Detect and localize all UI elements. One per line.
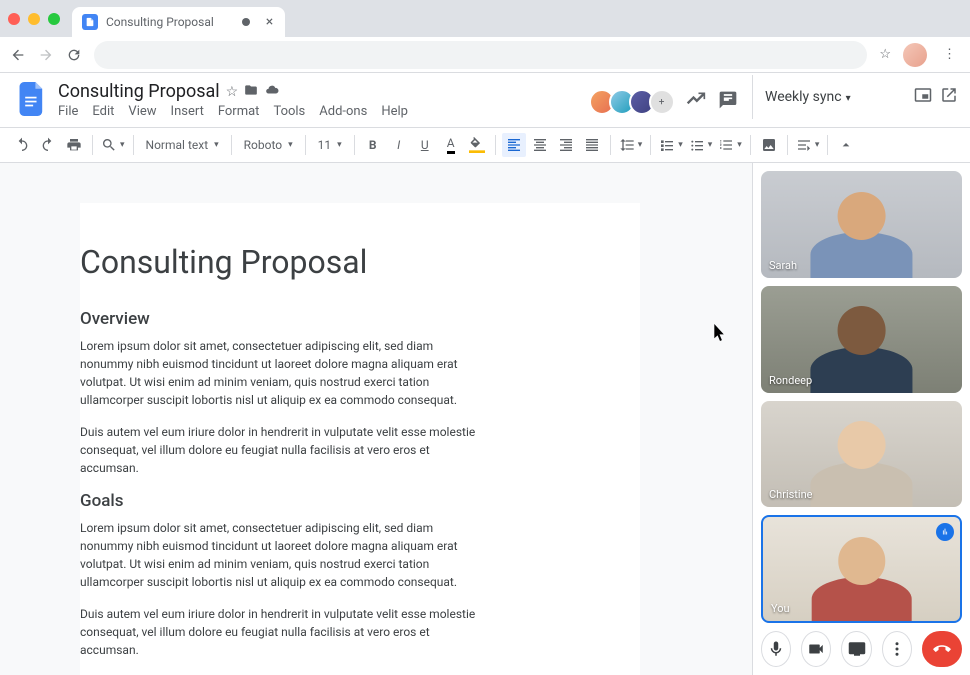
numbered-list-button[interactable] bbox=[716, 133, 744, 157]
paragraph-style-dropdown[interactable]: Normal text bbox=[140, 138, 225, 152]
menu-format[interactable]: Format bbox=[218, 104, 260, 119]
document-title[interactable]: Consulting Proposal bbox=[58, 81, 220, 102]
line-spacing-button[interactable] bbox=[617, 133, 645, 157]
underline-button[interactable]: U bbox=[413, 133, 437, 157]
collapse-toolbar-button[interactable] bbox=[834, 133, 858, 157]
menu-edit[interactable]: Edit bbox=[92, 104, 114, 119]
participant-name: You bbox=[771, 602, 790, 615]
align-left-button[interactable] bbox=[502, 133, 526, 157]
redo-button[interactable] bbox=[36, 133, 60, 157]
menubar: File Edit View Insert Format Tools Add-o… bbox=[58, 104, 595, 119]
undo-button[interactable] bbox=[10, 133, 34, 157]
bold-button[interactable]: B bbox=[361, 133, 385, 157]
toggle-camera-button[interactable] bbox=[801, 631, 831, 667]
browser-profile-avatar[interactable] bbox=[903, 43, 927, 67]
participant-name: Christine bbox=[769, 488, 812, 501]
star-document-icon[interactable]: ☆ bbox=[226, 84, 239, 100]
speaking-indicator-icon bbox=[936, 523, 954, 541]
tab-title: Consulting Proposal bbox=[106, 15, 214, 29]
close-window-button[interactable] bbox=[8, 13, 20, 25]
docs-logo-icon[interactable] bbox=[14, 81, 50, 117]
comments-icon[interactable] bbox=[717, 90, 739, 114]
participant-name: Sarah bbox=[769, 259, 797, 272]
meet-video-grid: Sarah Rondeep Christine You bbox=[753, 163, 970, 623]
browser-menu-button[interactable]: ⋮ bbox=[939, 47, 960, 62]
mute-mic-button[interactable] bbox=[761, 631, 791, 667]
browser-tab-strip: Consulting Proposal × bbox=[0, 0, 970, 37]
highlight-color-button[interactable] bbox=[465, 133, 489, 157]
minimize-window-button[interactable] bbox=[28, 13, 40, 25]
leave-call-button[interactable] bbox=[922, 631, 962, 667]
collaborator-overflow[interactable]: + bbox=[649, 89, 675, 115]
text-color-button[interactable]: A bbox=[439, 133, 463, 157]
print-button[interactable] bbox=[62, 133, 86, 157]
doc-heading-2[interactable]: Goals bbox=[80, 491, 640, 511]
activity-icon[interactable] bbox=[685, 90, 707, 114]
address-bar[interactable] bbox=[94, 41, 867, 69]
bookmark-star-icon[interactable]: ☆ bbox=[879, 47, 891, 62]
doc-heading-1[interactable]: Consulting Proposal bbox=[80, 243, 640, 281]
font-dropdown[interactable]: Roboto bbox=[238, 138, 299, 152]
maximize-window-button[interactable] bbox=[48, 13, 60, 25]
more-options-button[interactable] bbox=[882, 631, 912, 667]
browser-tab[interactable]: Consulting Proposal × bbox=[72, 7, 285, 37]
formatting-toolbar: Normal text Roboto 11 B I U A bbox=[0, 127, 970, 163]
document-page[interactable]: Consulting Proposal Overview Lorem ipsum … bbox=[80, 203, 640, 675]
browser-toolbar: ☆ ⋮ bbox=[0, 37, 970, 73]
align-right-button[interactable] bbox=[554, 133, 578, 157]
reload-button[interactable] bbox=[66, 46, 82, 64]
doc-paragraph[interactable]: Duis autem vel eum iriure dolor in hendr… bbox=[80, 605, 480, 659]
video-tile[interactable]: You bbox=[761, 515, 962, 623]
document-canvas[interactable]: Consulting Proposal Overview Lorem ipsum … bbox=[0, 163, 752, 675]
insert-image-button[interactable] bbox=[757, 133, 781, 157]
collaborator-avatars[interactable]: + bbox=[595, 89, 675, 115]
video-tile[interactable]: Rondeep bbox=[761, 286, 962, 393]
menu-tools[interactable]: Tools bbox=[273, 104, 305, 119]
more-formatting-button[interactable] bbox=[794, 133, 822, 157]
tab-close-button[interactable]: × bbox=[266, 14, 273, 30]
meet-controls bbox=[753, 623, 970, 675]
picture-in-picture-icon[interactable] bbox=[914, 86, 932, 108]
font-size-dropdown[interactable]: 11 bbox=[312, 138, 348, 152]
menu-help[interactable]: Help bbox=[381, 104, 408, 119]
participant-name: Rondeep bbox=[769, 374, 812, 387]
doc-paragraph[interactable]: Lorem ipsum dolor sit amet, consectetuer… bbox=[80, 519, 480, 591]
meet-title-dropdown[interactable]: Weekly sync bbox=[765, 89, 851, 105]
align-center-button[interactable] bbox=[528, 133, 552, 157]
doc-paragraph[interactable]: Lorem ipsum dolor sit amet, consectetuer… bbox=[80, 337, 480, 409]
checklist-button[interactable] bbox=[657, 133, 685, 157]
menu-addons[interactable]: Add-ons bbox=[319, 104, 367, 119]
window-controls bbox=[8, 13, 60, 25]
open-external-icon[interactable] bbox=[940, 86, 958, 108]
menu-insert[interactable]: Insert bbox=[171, 104, 204, 119]
move-document-icon[interactable] bbox=[244, 83, 258, 101]
doc-heading-2[interactable]: Overview bbox=[80, 309, 640, 329]
doc-paragraph[interactable]: Duis autem vel eum iriure dolor in hendr… bbox=[80, 423, 480, 477]
back-button[interactable] bbox=[10, 46, 26, 64]
forward-button[interactable] bbox=[38, 46, 54, 64]
unsaved-indicator-icon bbox=[242, 18, 250, 26]
video-tile[interactable]: Sarah bbox=[761, 171, 962, 278]
cloud-status-icon[interactable] bbox=[264, 83, 280, 101]
video-tile[interactable]: Christine bbox=[761, 401, 962, 508]
zoom-dropdown[interactable] bbox=[99, 133, 127, 157]
align-justify-button[interactable] bbox=[580, 133, 604, 157]
present-screen-button[interactable] bbox=[841, 631, 871, 667]
menu-file[interactable]: File bbox=[58, 104, 78, 119]
italic-button[interactable]: I bbox=[387, 133, 411, 157]
menu-view[interactable]: View bbox=[128, 104, 156, 119]
meet-side-panel: Sarah Rondeep Christine You bbox=[752, 163, 970, 675]
docs-favicon-icon bbox=[82, 14, 98, 30]
bullet-list-button[interactable] bbox=[687, 133, 715, 157]
